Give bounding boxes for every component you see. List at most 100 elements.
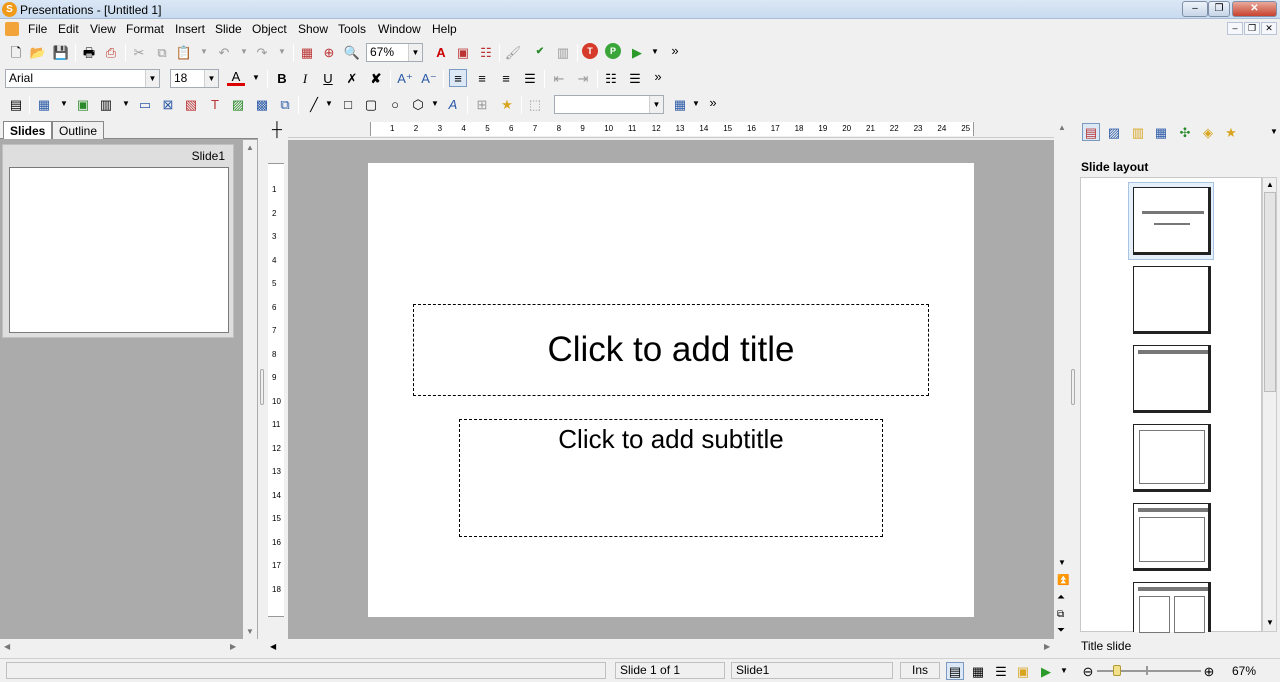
next-slide-icon[interactable]: ⏷: [1057, 625, 1065, 636]
transition-icon[interactable]: T: [582, 43, 598, 59]
menu-show[interactable]: Show: [298, 22, 328, 36]
align-center-icon[interactable]: ≡: [473, 69, 491, 87]
style-combo[interactable]: ▼: [554, 95, 664, 114]
menu-slide[interactable]: Slide: [215, 22, 242, 36]
slide-thumbnail[interactable]: Slide1: [2, 144, 234, 338]
star-icon[interactable]: ★: [498, 95, 516, 113]
open-icon[interactable]: 📂: [29, 43, 47, 61]
panel-splitter[interactable]: [258, 119, 267, 658]
scroll-up-icon[interactable]: ▲: [1058, 123, 1066, 132]
handout-view-icon[interactable]: ▣: [1014, 662, 1032, 680]
table-insert-icon[interactable]: ☷: [477, 43, 495, 61]
text-frame-icon[interactable]: T: [206, 95, 224, 113]
format-painter-icon[interactable]: 🖌: [504, 43, 522, 61]
paste-dropdown-icon[interactable]: ▼: [195, 43, 213, 61]
overflow-icon[interactable]: »: [649, 67, 667, 85]
animation-icon[interactable]: ◈: [1199, 123, 1217, 141]
crop-icon[interactable]: ⬚: [526, 95, 544, 113]
zoom-page-icon[interactable]: ⊕: [320, 43, 338, 61]
save-icon[interactable]: 💾: [52, 43, 70, 61]
presenter-icon[interactable]: P: [605, 43, 621, 59]
doc-minimize-button[interactable]: –: [1227, 22, 1243, 35]
textframe-icon[interactable]: ▭: [136, 95, 154, 113]
layout-icon[interactable]: ▤: [1082, 123, 1100, 141]
ruler-corner[interactable]: ┼: [267, 120, 287, 138]
scroll-right-icon[interactable]: ▶: [230, 642, 236, 651]
menu-object[interactable]: Object: [252, 22, 287, 36]
image-icon[interactable]: ▣: [74, 95, 92, 113]
cut-icon[interactable]: ✂: [130, 43, 148, 61]
group-icon[interactable]: ⧉: [276, 95, 294, 113]
thumbnail-slide[interactable]: [9, 167, 229, 333]
scroll-up-icon[interactable]: ▲: [1266, 180, 1274, 189]
slides-hscrollbar[interactable]: ◀ ▶: [0, 639, 258, 657]
picture-frame-icon[interactable]: ▨: [229, 95, 247, 113]
slide-sorter-icon[interactable]: ▦: [969, 662, 987, 680]
layout-scrollbar[interactable]: ▲ ▼: [1262, 177, 1277, 632]
font-combo[interactable]: Arial ▼: [5, 69, 160, 88]
align-objects-icon[interactable]: ⊞: [473, 95, 491, 113]
paste-icon[interactable]: 📋: [175, 43, 193, 61]
layout-title-content[interactable]: [1133, 503, 1211, 571]
picture-icon[interactable]: ▣: [454, 43, 472, 61]
spellcheck-icon[interactable]: ✔: [531, 43, 549, 61]
pdf-icon[interactable]: ⎙: [102, 43, 120, 61]
outline-view-icon[interactable]: ☰: [992, 662, 1010, 680]
grid-dropdown-icon[interactable]: ▼: [687, 95, 705, 113]
line-dropdown-icon[interactable]: ▼: [320, 95, 338, 113]
undo-dropdown-icon[interactable]: ▼: [235, 43, 253, 61]
frame-icon[interactable]: ⊠: [159, 95, 177, 113]
scroll-down-icon[interactable]: ▼: [1058, 558, 1066, 567]
layout-two-columns[interactable]: [1133, 582, 1211, 633]
overflow-icon[interactable]: »: [704, 93, 722, 111]
layout-title-slide[interactable]: [1133, 187, 1211, 255]
tab-outline[interactable]: Outline: [52, 121, 105, 139]
font-size-combo[interactable]: 18 ▼: [170, 69, 219, 88]
redo-icon[interactable]: ↷: [253, 43, 271, 61]
font-color-dropdown-icon[interactable]: ▼: [247, 69, 265, 87]
zoom-slider-thumb[interactable]: [1112, 665, 1121, 676]
status-insert-mode[interactable]: Ins: [900, 662, 940, 679]
text-box-icon[interactable]: A: [432, 43, 450, 61]
rectangle-icon[interactable]: □: [339, 95, 357, 113]
editor-hscrollbar[interactable]: ◀ ▶: [267, 639, 1069, 657]
columns-dropdown-icon[interactable]: ▼: [117, 95, 135, 113]
undo-icon[interactable]: ↶: [215, 43, 233, 61]
effects-star-icon[interactable]: ★: [1222, 123, 1240, 141]
scroll-left-icon[interactable]: ◀: [4, 642, 10, 651]
table-dropdown-icon[interactable]: ▼: [55, 95, 73, 113]
ellipse-icon[interactable]: ○: [386, 95, 404, 113]
menu-help[interactable]: Help: [432, 22, 457, 36]
scroll-right-icon[interactable]: ▶: [1044, 642, 1050, 651]
rounded-rectangle-icon[interactable]: ▢: [362, 95, 380, 113]
textart-icon[interactable]: A: [444, 95, 462, 113]
scroll-left-icon[interactable]: ◀: [270, 642, 276, 651]
chart-icon[interactable]: ▦: [298, 43, 316, 61]
prev-slide-icon[interactable]: ⏶: [1057, 592, 1065, 603]
slideshow-dropdown-icon[interactable]: ▼: [1055, 662, 1073, 680]
align-justify-icon[interactable]: ☰: [521, 69, 539, 87]
menu-window[interactable]: Window: [378, 22, 421, 36]
zoom-in-icon[interactable]: ⊕: [1200, 662, 1218, 680]
autoshape-icon[interactable]: ⬡: [409, 95, 427, 113]
doc-restore-button[interactable]: ❐: [1244, 22, 1260, 35]
scroll-down-icon[interactable]: ▼: [246, 627, 254, 636]
menu-format[interactable]: Format: [126, 22, 164, 36]
title-placeholder[interactable]: Click to add title: [413, 304, 929, 396]
copy-icon[interactable]: ⧉: [153, 43, 171, 61]
object-frame-icon[interactable]: ▩: [253, 95, 271, 113]
editor-vscrollbar[interactable]: ▲ ▼ ⏫ ⏶ ⧉ ⏷: [1055, 120, 1069, 639]
print-icon[interactable]: 🖶: [80, 43, 98, 61]
italic-icon[interactable]: I: [296, 69, 314, 87]
scroll-thumb[interactable]: [1264, 192, 1276, 392]
chart-data-icon[interactable]: ▥: [554, 43, 572, 61]
ole-icon[interactable]: ▧: [182, 95, 200, 113]
layout-title-only[interactable]: [1133, 345, 1211, 413]
align-right-icon[interactable]: ≡: [497, 69, 515, 87]
colors-icon[interactable]: ▦: [1152, 123, 1170, 141]
redo-dropdown-icon[interactable]: ▼: [273, 43, 291, 61]
strikethrough-icon[interactable]: ✗: [343, 69, 361, 87]
font-color-icon[interactable]: A: [227, 69, 245, 86]
tab-slides[interactable]: Slides: [3, 121, 53, 139]
first-slide-icon[interactable]: ⏫: [1057, 575, 1069, 586]
